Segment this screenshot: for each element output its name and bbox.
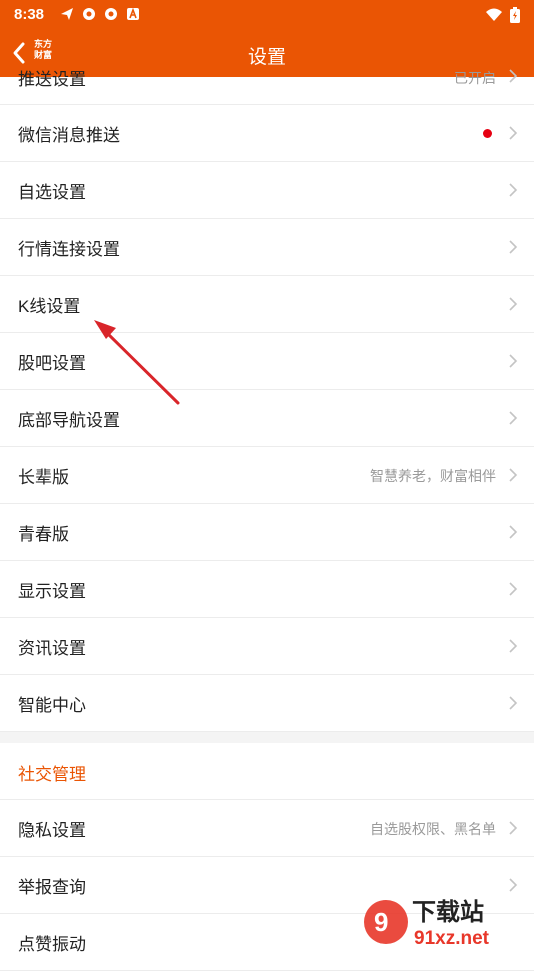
- settings-row-smart-center[interactable]: 智能中心: [0, 675, 534, 732]
- row-label: 举报查询: [18, 878, 86, 897]
- settings-row-youth-edition[interactable]: 青春版: [0, 504, 534, 561]
- settings-row-elder-edition[interactable]: 长辈版 智慧养老，财富相伴: [0, 447, 534, 504]
- section-header-social: 社交管理: [0, 743, 534, 800]
- watermark-logo: 9 下载站 91xz.net: [364, 898, 490, 949]
- row-label: 微信消息推送: [18, 126, 120, 145]
- chevron-right-icon: [509, 468, 518, 482]
- app-notification-icon: [83, 8, 95, 20]
- settings-row-forum[interactable]: 股吧设置: [0, 333, 534, 390]
- row-label: 股吧设置: [18, 354, 86, 373]
- chevron-right-icon: [509, 878, 518, 892]
- chevron-right-icon: [509, 411, 518, 425]
- notification-icons: [60, 7, 140, 21]
- row-label: 底部导航设置: [18, 411, 120, 430]
- settings-row-wechat-push[interactable]: 微信消息推送: [0, 105, 534, 162]
- row-subtext: 智慧养老，财富相伴: [370, 469, 496, 485]
- chevron-right-icon: [509, 582, 518, 596]
- chevron-right-icon: [509, 354, 518, 368]
- svg-text:9: 9: [374, 907, 388, 937]
- row-label: 资讯设置: [18, 639, 86, 658]
- row-label: K线设置: [18, 297, 81, 316]
- chevron-right-icon: [509, 525, 518, 539]
- settings-row-news[interactable]: 资讯设置: [0, 618, 534, 675]
- wifi-icon: [486, 8, 502, 21]
- row-label: 智能中心: [18, 696, 86, 715]
- settings-row-market-connection[interactable]: 行情连接设置: [0, 219, 534, 276]
- row-subtext: 自选股权限、黑名单: [370, 822, 496, 838]
- settings-row-push[interactable]: 推送设置 已开启: [0, 69, 534, 105]
- chevron-right-icon: [509, 126, 518, 140]
- a-badge-icon: [127, 7, 139, 20]
- settings-list: 推送设置 已开启 微信消息推送 自选设置 行情连接设置 K线设置 股吧设置 底部…: [0, 69, 534, 971]
- chevron-right-icon: [509, 696, 518, 710]
- status-time: 8:38: [14, 6, 45, 23]
- row-subtext: 已开启: [454, 71, 496, 87]
- chevron-right-icon: [509, 639, 518, 653]
- section-divider: [0, 732, 534, 743]
- section-title: 社交管理: [18, 765, 86, 784]
- chevron-right-icon: [509, 183, 518, 197]
- watermark-text-main: 下载站: [412, 898, 484, 926]
- settings-row-privacy[interactable]: 隐私设置 自选股权限、黑名单: [0, 800, 534, 857]
- settings-row-display[interactable]: 显示设置: [0, 561, 534, 618]
- chevron-right-icon: [509, 240, 518, 254]
- settings-row-kline[interactable]: K线设置: [0, 276, 534, 333]
- battery-icon: [510, 7, 520, 23]
- row-label: 行情连接设置: [18, 240, 120, 259]
- row-label: 青春版: [18, 525, 69, 544]
- chevron-right-icon: [509, 69, 518, 83]
- chevron-right-icon: [509, 297, 518, 311]
- row-label: 隐私设置: [18, 821, 86, 840]
- row-label: 显示设置: [18, 582, 86, 601]
- row-label: 推送设置: [18, 70, 86, 89]
- app-notification-icon: [105, 8, 117, 20]
- status-bar: 8:38: [0, 0, 534, 30]
- chevron-right-icon: [509, 821, 518, 835]
- settings-row-watchlist[interactable]: 自选设置: [0, 162, 534, 219]
- red-dot-badge: [483, 129, 492, 138]
- settings-row-bottom-nav[interactable]: 底部导航设置: [0, 390, 534, 447]
- system-icons: [486, 7, 520, 23]
- row-label: 自选设置: [18, 183, 86, 202]
- watermark-text-url: 91xz.net: [414, 928, 490, 949]
- row-label: 长辈版: [18, 468, 69, 487]
- send-icon: [61, 8, 73, 20]
- row-label: 点赞振动: [18, 935, 86, 954]
